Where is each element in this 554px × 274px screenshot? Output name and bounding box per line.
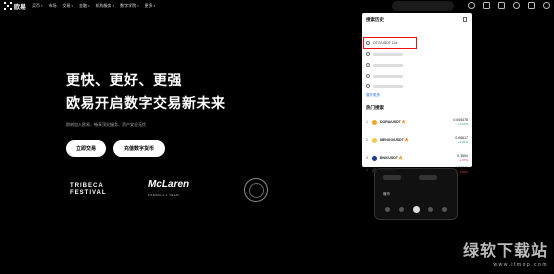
phone-earn-label: 赚币 <box>383 192 390 196</box>
coin-icon <box>372 167 377 173</box>
brand-logo[interactable]: 欧易 <box>4 2 26 11</box>
manchester-city-crest-icon <box>244 178 268 202</box>
search-dropdown: 搜索历史 OTC/USDT 10x 展开更多 热门搜索 1 DORA/USDT … <box>362 13 472 174</box>
nav-item-buy[interactable]: 买币▾ <box>32 3 43 9</box>
hot-search-row[interactable]: 2 MENGO/USDT 🔥 0.06617 +1.41% <box>366 131 468 149</box>
coin-icon <box>372 119 377 125</box>
wallet-icon[interactable] <box>498 2 505 9</box>
clock-icon <box>366 52 370 56</box>
hot-search-row[interactable]: 1 DORA/USDT 🔥 0.005478 +1.61% <box>366 113 468 131</box>
blurred-text <box>373 63 403 67</box>
fire-icon: 🔥 <box>398 156 404 160</box>
hero-subtitle: 即刻加入欧易，畅享顶尖服务、资产安全无忧 <box>66 122 146 127</box>
hot-search-row[interactable]: 4 WJ/USDT 0.02360 -1.60% <box>366 163 468 177</box>
sponsor-logos: TRIBECA FESTIVAL McLaren FORMULA 1 TEAM <box>70 178 268 202</box>
nav-item-market[interactable]: 市场 <box>49 3 57 9</box>
watermark-url: www.itmop.com <box>493 262 548 268</box>
okx-logo-icon <box>4 2 12 10</box>
nav-item-institution[interactable]: 机构服务▾ <box>96 3 115 9</box>
search-history-title: 搜索历史 <box>366 17 384 22</box>
watermark-title: 绿软下载站 <box>462 243 548 260</box>
fire-icon: 🔥 <box>404 138 410 142</box>
tab-dot <box>442 207 447 212</box>
clock-icon <box>366 74 370 78</box>
watermark: 绿软下载站 www.itmop.com <box>463 237 548 268</box>
tab-dot-active <box>412 206 420 213</box>
blurred-text <box>373 74 403 78</box>
blurred-text <box>373 52 403 56</box>
nav-actions <box>468 2 550 9</box>
show-more-link[interactable]: 展开更多 <box>366 93 380 98</box>
notification-bell-icon[interactable] <box>513 2 520 9</box>
history-item[interactable]: OTC/USDT 10x <box>366 41 397 45</box>
tribeca-festival-logo: TRIBECA FESTIVAL <box>70 183 107 196</box>
blurred-text <box>373 84 403 88</box>
history-item[interactable] <box>366 52 403 56</box>
nav-item-academy[interactable]: 数字学院▾ <box>120 3 139 9</box>
mclaren-logo: McLaren FORMULA 1 TEAM <box>148 178 190 197</box>
clock-icon <box>366 63 370 67</box>
hero-title-line2: 欧易开启数字交易新未来 <box>66 95 226 111</box>
hero-section: 更快、更好、更强 欧易开启数字交易新未来 即刻加入欧易，畅享顶尖服务、资产安全无… <box>66 70 226 157</box>
history-item[interactable] <box>366 63 403 67</box>
account-icon[interactable] <box>468 2 475 9</box>
clock-icon <box>366 41 370 45</box>
tab-dot <box>385 207 390 212</box>
deposit-crypto-button[interactable]: 充值数字货币 <box>113 140 165 157</box>
clock-icon <box>366 84 370 88</box>
tab-dot <box>428 207 434 212</box>
trade-now-button[interactable]: 立即交易 <box>66 140 106 157</box>
fire-icon: 🔥 <box>401 120 407 124</box>
history-item[interactable] <box>366 74 403 78</box>
hot-search-title: 热门搜索 <box>366 105 384 110</box>
nav-item-trade[interactable]: 交易▾ <box>63 3 74 9</box>
history-item[interactable] <box>366 84 403 88</box>
language-globe-icon[interactable] <box>543 2 550 9</box>
trash-icon[interactable] <box>463 17 467 22</box>
coin-icon <box>372 137 377 143</box>
search-input[interactable] <box>392 1 454 11</box>
brand-name: 欧易 <box>14 4 27 11</box>
download-icon[interactable] <box>528 2 535 9</box>
nav-item-finance[interactable]: 金融▾ <box>79 3 90 9</box>
nav-item-more[interactable]: 更多▾ <box>145 3 156 9</box>
coin-icon <box>372 155 377 161</box>
assets-icon[interactable] <box>483 2 490 9</box>
phone-tabbar <box>385 206 447 213</box>
hero-title-line1: 更快、更好、更强 <box>66 72 182 88</box>
tab-dot <box>398 207 404 212</box>
